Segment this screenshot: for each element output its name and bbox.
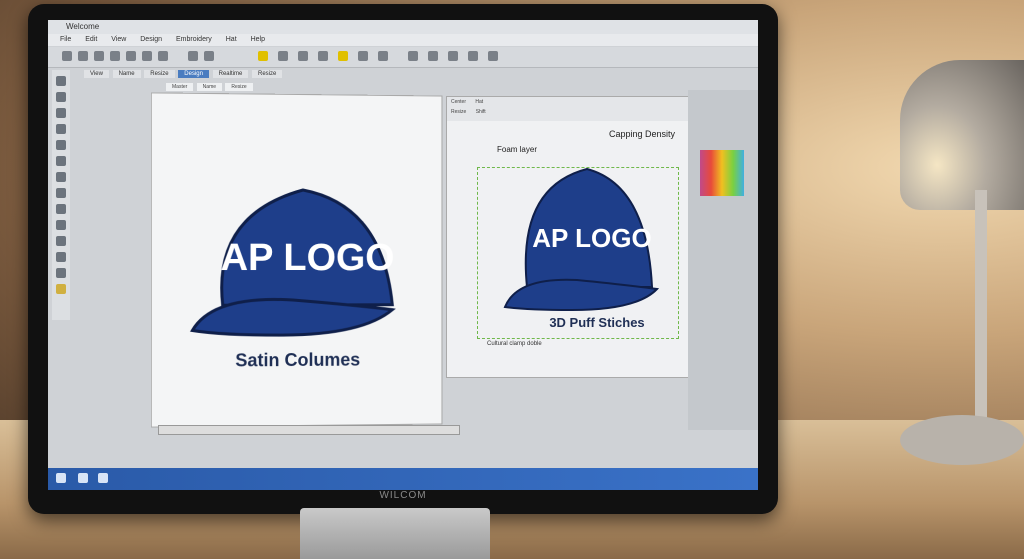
menu-help[interactable]: Help — [251, 36, 265, 43]
lettering-icon[interactable] — [468, 51, 478, 61]
monitor: Welcome File Edit View Design Embroidery… — [28, 4, 778, 514]
zoom-icon[interactable] — [358, 51, 368, 61]
menu-hat[interactable]: Hat — [226, 36, 237, 43]
select-icon[interactable] — [378, 51, 388, 61]
new-icon[interactable] — [62, 51, 72, 61]
color-spectrum[interactable] — [700, 150, 744, 196]
monitor-brand: WILCOM — [379, 490, 427, 501]
knife-icon[interactable] — [56, 252, 66, 262]
horizontal-scrollbar[interactable] — [158, 425, 460, 435]
stitch-icon[interactable] — [278, 51, 288, 61]
menu-design[interactable]: Design — [140, 36, 162, 43]
fill-tool-icon[interactable] — [56, 124, 66, 134]
color-icon[interactable] — [338, 51, 348, 61]
run-icon[interactable] — [56, 140, 66, 150]
menu-edit[interactable]: Edit — [85, 36, 97, 43]
tab-realtime[interactable]: Realtime — [212, 70, 249, 78]
left-caption: Satin Columes — [235, 349, 361, 371]
pen-icon[interactable] — [56, 92, 66, 102]
tab-resize-2[interactable]: Resize — [252, 70, 283, 78]
subtab-master[interactable]: Master — [166, 83, 194, 91]
shape-icon[interactable] — [56, 172, 66, 182]
pointer-icon[interactable] — [56, 76, 66, 86]
primary-tabs: View Name Resize Design Realtime Resize — [84, 70, 644, 82]
subtab-resize[interactable]: Resize — [225, 83, 253, 91]
tab-view[interactable]: View — [84, 70, 109, 78]
menu-file[interactable]: File — [60, 36, 71, 43]
properties-panel — [688, 90, 758, 430]
taskbar — [48, 468, 758, 490]
redo-icon[interactable] — [204, 51, 214, 61]
tab-design[interactable]: Design — [178, 70, 209, 78]
menu-embroidery[interactable]: Embroidery — [176, 36, 212, 43]
copy-icon[interactable] — [142, 51, 152, 61]
left-cap-text: AP LOGO — [220, 236, 394, 279]
menu-bar: File Edit View Design Embroidery Hat Hel… — [48, 34, 758, 46]
tab-resize[interactable]: Resize — [144, 70, 175, 78]
open-icon[interactable] — [78, 51, 88, 61]
eyedropper-icon[interactable] — [56, 188, 66, 198]
window-title: Welcome — [66, 22, 100, 31]
zoom-tool-icon[interactable] — [56, 204, 66, 214]
text-icon[interactable] — [56, 156, 66, 166]
right-cap-drawing: AP LOGO — [503, 167, 660, 312]
title-bar: Welcome — [48, 20, 758, 34]
paste-icon[interactable] — [158, 51, 168, 61]
settings-icon[interactable] — [488, 51, 498, 61]
screen: Welcome File Edit View Design Embroidery… — [48, 20, 758, 490]
lamp-base — [900, 415, 1024, 465]
puff-icon[interactable] — [56, 284, 66, 294]
path-icon[interactable] — [428, 51, 438, 61]
print-icon[interactable] — [110, 51, 120, 61]
secondary-tabs: Master Name Resize — [166, 83, 255, 91]
fill-icon[interactable] — [448, 51, 458, 61]
right-canvas[interactable]: Center Hat Resize Shift Capping Density … — [446, 96, 698, 378]
cut-icon[interactable] — [126, 51, 136, 61]
toolbar — [48, 47, 758, 68]
tool-palette — [52, 70, 70, 320]
satin-icon[interactable] — [56, 108, 66, 118]
menu-view[interactable]: View — [111, 36, 126, 43]
puff-stitches-label: 3D Puff Stiches — [549, 315, 645, 330]
pinned-icon[interactable] — [98, 473, 108, 483]
rotate-icon[interactable] — [298, 51, 308, 61]
footer-label: Cultural clamp doble — [487, 341, 542, 347]
layer-icon[interactable] — [56, 268, 66, 278]
node-icon[interactable] — [408, 51, 418, 61]
undo-icon[interactable] — [188, 51, 198, 61]
start-icon[interactable] — [56, 473, 66, 483]
tab-name[interactable]: Name — [112, 70, 141, 78]
hand-icon[interactable] — [56, 220, 66, 230]
left-cap-drawing: AP LOGO — [152, 93, 442, 426]
save-icon[interactable] — [94, 51, 104, 61]
app-icon[interactable] — [78, 473, 88, 483]
left-canvas[interactable]: AP LOGO Satin Columes — [150, 92, 443, 428]
lamp-stem — [975, 190, 987, 420]
mirror-icon[interactable] — [318, 51, 328, 61]
subtab-name[interactable]: Name — [196, 83, 223, 91]
measure-icon[interactable] — [56, 236, 66, 246]
right-cap-text: AP LOGO — [532, 223, 651, 253]
desk-lamp — [900, 60, 1024, 210]
monitor-stand — [300, 508, 490, 559]
highlight-icon[interactable] — [258, 51, 268, 61]
